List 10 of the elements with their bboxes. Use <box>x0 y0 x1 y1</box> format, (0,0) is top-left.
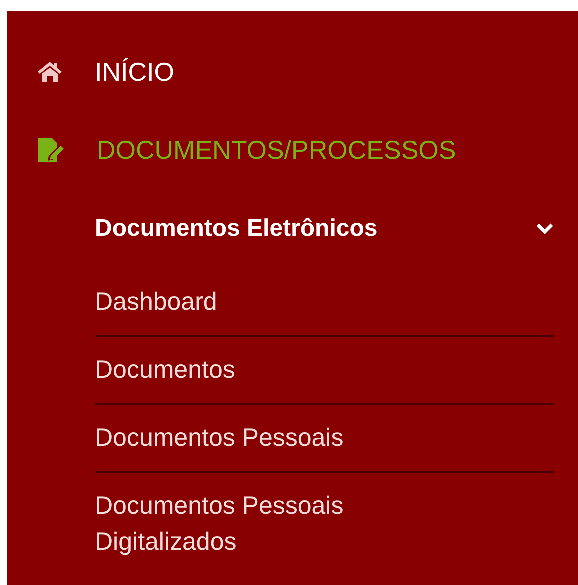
menu-item[interactable]: DOCUMENTOS/PROCESSOS <box>97 137 456 163</box>
chevron-icon <box>536 223 554 235</box>
submenu-item[interactable]: Dashboard <box>95 284 425 320</box>
menu-item[interactable]: INÍCIO <box>95 59 174 85</box>
submenu-item[interactable]: Documentos Pessoais <box>95 420 425 456</box>
document-edit-icon <box>37 137 65 163</box>
submenu-item[interactable]: Documentos <box>95 352 425 388</box>
home-icon <box>37 61 63 83</box>
submenu-item[interactable]: Documentos Pessoais Digitalizados <box>95 488 425 560</box>
submenu-header[interactable]: Documentos Eletrônicos <box>95 189 554 269</box>
